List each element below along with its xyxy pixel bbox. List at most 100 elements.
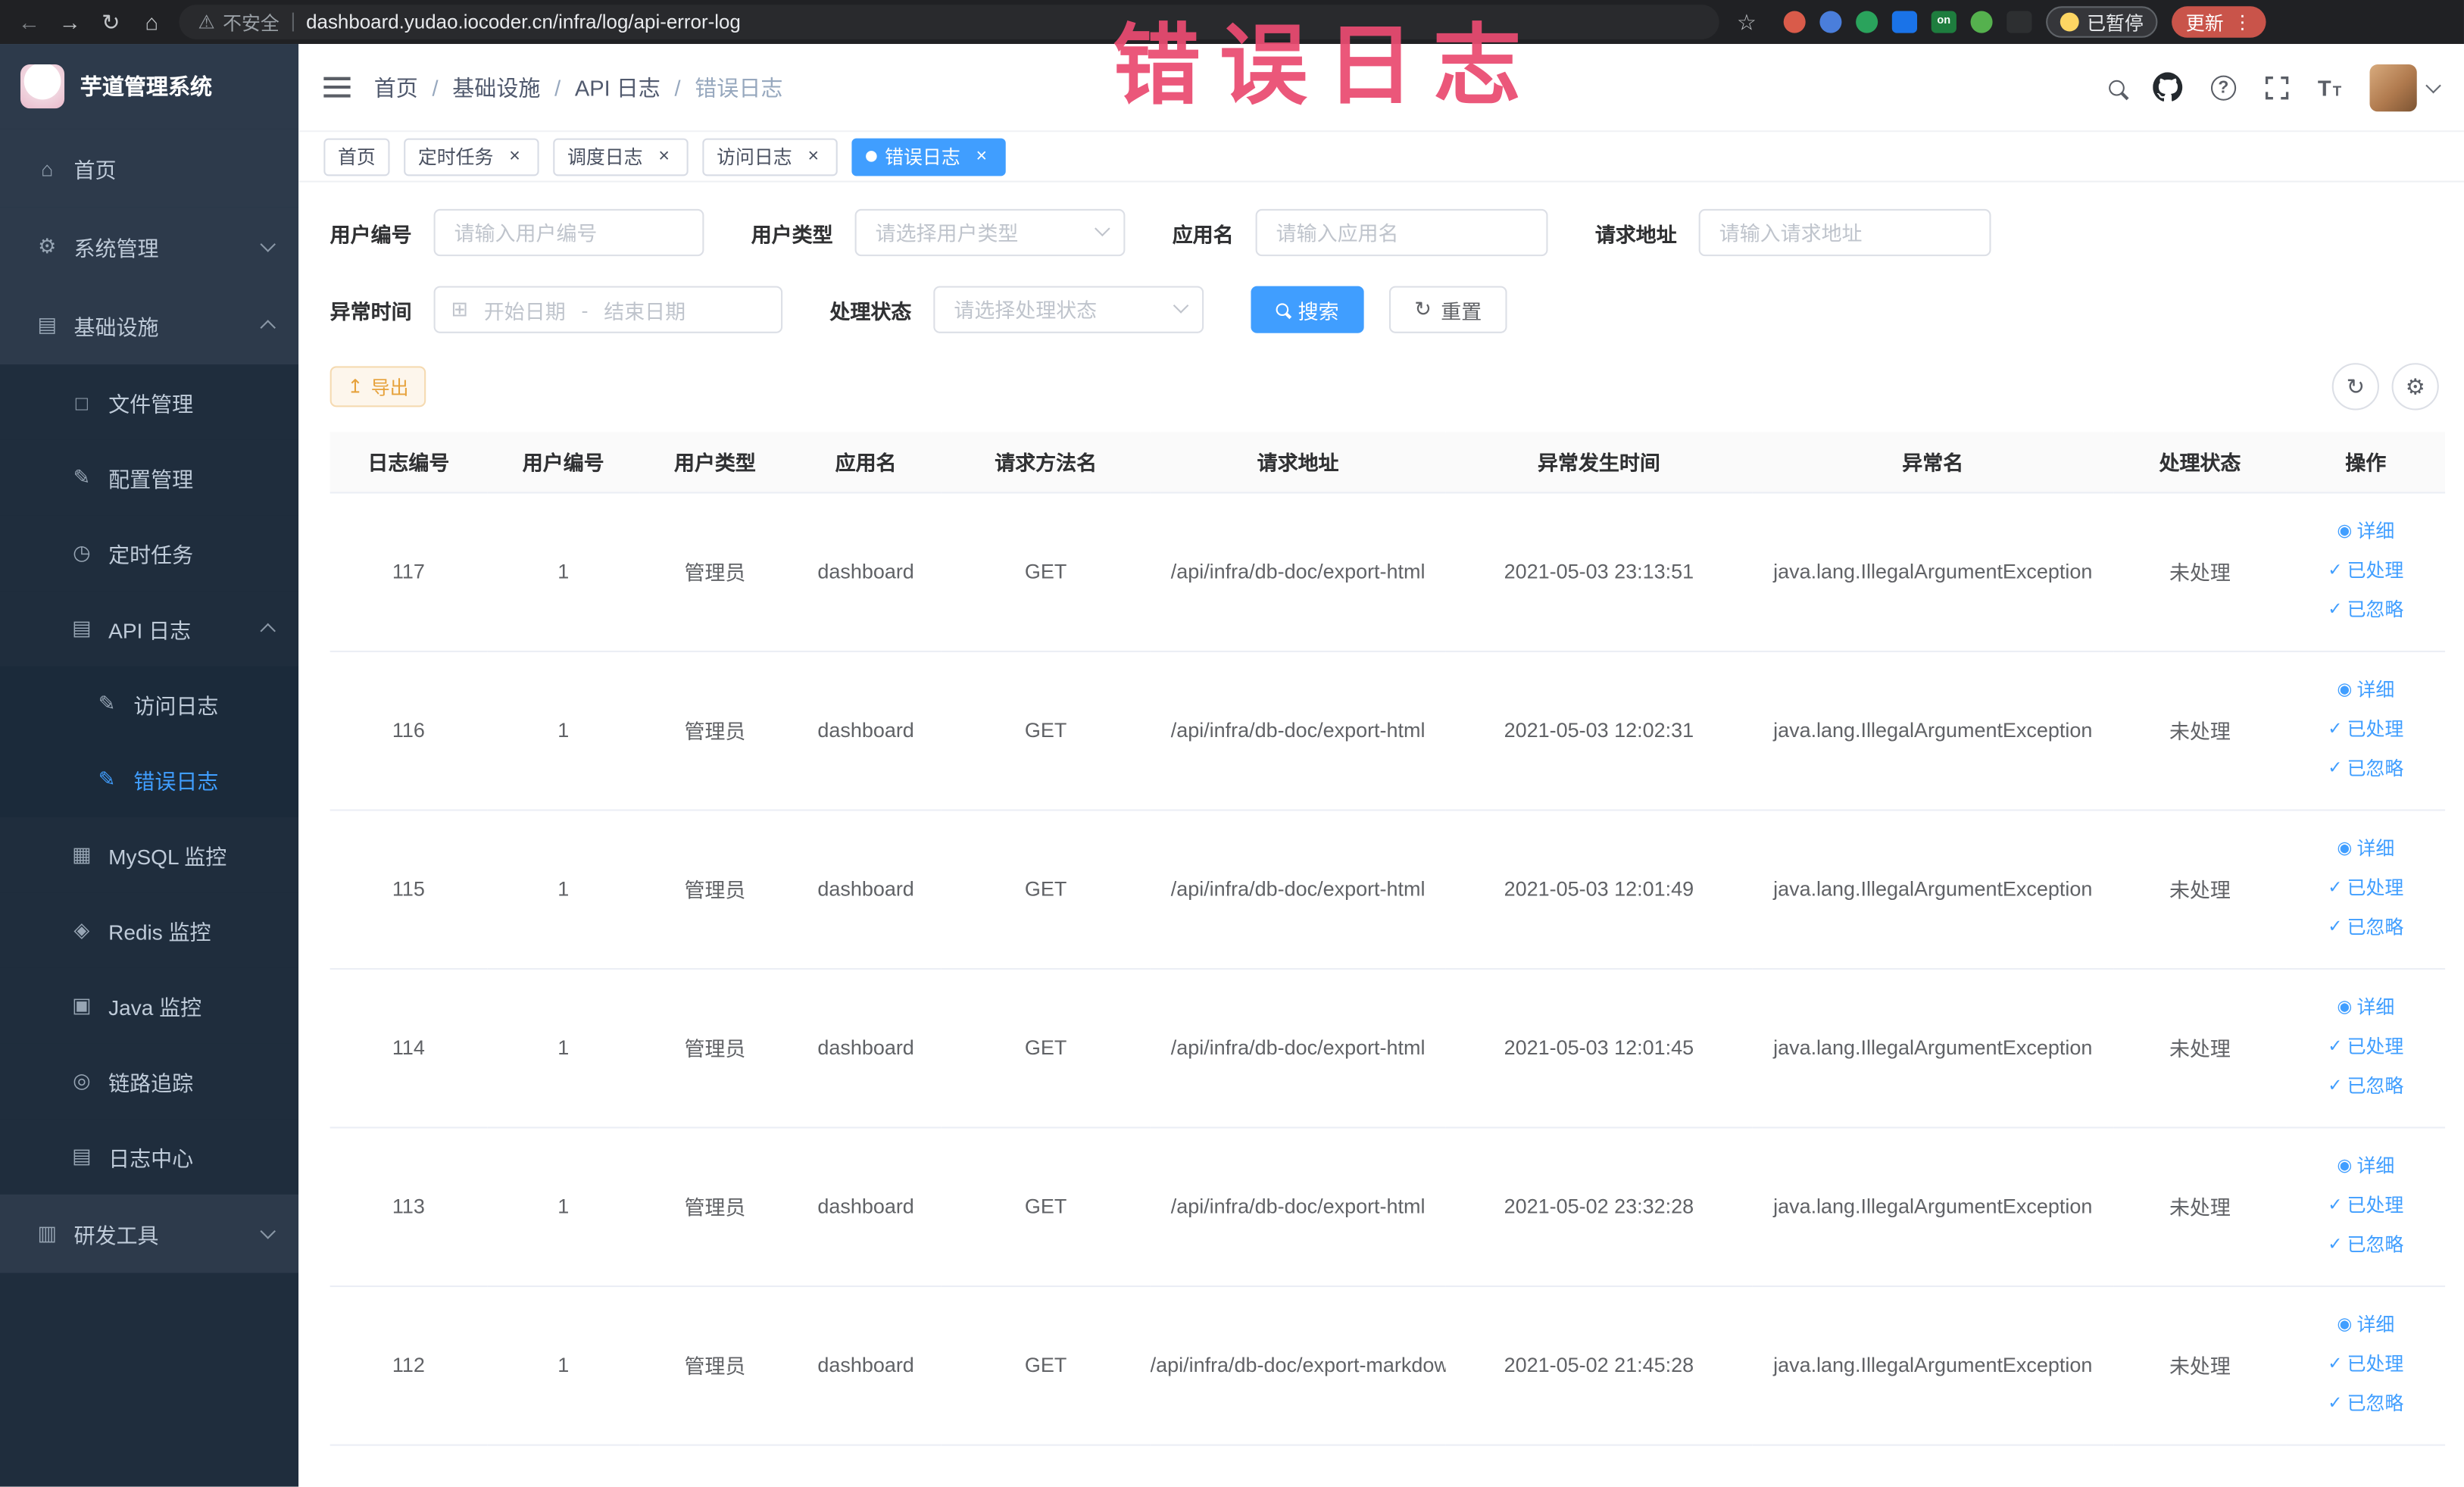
tab[interactable]: 定时任务 × — [404, 137, 539, 176]
view-icon: ◉ — [2337, 1156, 2353, 1176]
detail-link[interactable]: ◉ 详细 — [2337, 514, 2394, 550]
paused-badge[interactable]: 已暂停 — [2046, 6, 2158, 38]
sidebar-item[interactable]: ✎ 访问日志 — [0, 666, 299, 742]
ext-paw-icon[interactable] — [2006, 11, 2032, 33]
tab[interactable]: 访问日志 × — [702, 137, 838, 176]
sidebar-item[interactable]: ◷ 定时任务 — [0, 515, 299, 592]
sidebar-item[interactable]: □ 文件管理 — [0, 364, 299, 440]
sidebar-logo[interactable]: 芋道管理系统 — [0, 44, 299, 130]
tab[interactable]: 错误日志 × — [851, 137, 1006, 176]
ext-green-icon[interactable] — [1856, 11, 1878, 33]
table-row: 115 1 管理员 dashboard GET /api/infra/db-do… — [329, 809, 2446, 969]
fullscreen-icon[interactable] — [2264, 75, 2289, 100]
column-settings-button[interactable]: ⚙ — [2391, 363, 2439, 411]
detail-link[interactable]: ◉ 详细 — [2337, 1149, 2394, 1186]
sidebar-item[interactable]: ▥ 研发工具 — [0, 1194, 299, 1273]
processed-link[interactable]: ✓ 已处理 — [2328, 870, 2403, 907]
cell-exception-time: 2021-05-03 23:13:51 — [1445, 492, 1753, 651]
github-icon[interactable] — [2153, 72, 2182, 102]
processed-link[interactable]: ✓ 已处理 — [2328, 712, 2403, 748]
ext-grid-icon[interactable] — [1891, 11, 1918, 33]
sidebar-item[interactable]: ▤ 日志中心 — [0, 1119, 299, 1195]
ext-red-icon[interactable] — [1783, 11, 1806, 33]
exception-time-range-picker[interactable]: ⊞ 开始日期 - 结束日期 — [433, 286, 783, 333]
detail-link[interactable]: ◉ 详细 — [2337, 990, 2394, 1026]
processed-link[interactable]: ✓ 已处理 — [2328, 1029, 2403, 1066]
tab[interactable]: 首页 — [323, 137, 390, 176]
sidebar-item[interactable]: ▤ API 日志 — [0, 591, 299, 667]
cell-request-url: /api/infra/db-doc/export-html — [1150, 1126, 1446, 1287]
ext-on-icon[interactable]: on — [1931, 11, 1957, 33]
ext-blue-icon[interactable] — [1819, 11, 1842, 33]
ignored-link[interactable]: ✓ 已忽略 — [2328, 592, 2403, 629]
url-text[interactable]: dashboard.yudao.iocoder.cn/infra/log/api… — [306, 11, 741, 33]
detail-link[interactable]: ◉ 详细 — [2337, 831, 2394, 867]
breadcrumb-item[interactable]: 基础设施 — [452, 71, 540, 102]
user-menu[interactable] — [2369, 64, 2441, 111]
browser-back-icon[interactable]: ← — [16, 9, 42, 34]
bookmark-star-icon[interactable]: ☆ — [1733, 8, 1760, 35]
sidebar-item[interactable]: ✎ 配置管理 — [0, 439, 299, 516]
processed-link-label: 已处理 — [2347, 876, 2404, 899]
help-icon[interactable]: ? — [2210, 74, 2237, 100]
search-icon[interactable] — [2108, 79, 2125, 95]
sidebar-item[interactable]: ⌂ 首页 — [0, 129, 299, 208]
browser-menu-icon[interactable]: ⋮ — [2233, 11, 2252, 33]
table-row: 114 1 管理员 dashboard GET /api/infra/db-do… — [329, 967, 2446, 1128]
detail-link[interactable]: ◉ 详细 — [2337, 673, 2394, 709]
processed-link[interactable]: ✓ 已处理 — [2328, 553, 2403, 589]
ignored-link[interactable]: ✓ 已忽略 — [2328, 1386, 2403, 1423]
view-icon: ◉ — [2337, 521, 2353, 541]
ext-leaf-icon[interactable] — [1970, 11, 1993, 33]
check-icon: ✓ — [2328, 720, 2343, 739]
sidebar-item[interactable]: ◎ 链路追踪 — [0, 1043, 299, 1120]
detail-link-label: 详细 — [2356, 996, 2395, 1019]
ignored-link[interactable]: ✓ 已忽略 — [2328, 1069, 2403, 1105]
breadcrumb: 首页 / 基础设施 / API 日志 / 错误日志 — [374, 71, 783, 102]
breadcrumb-item[interactable]: API 日志 — [575, 71, 661, 102]
ignored-link[interactable]: ✓ 已忽略 — [2328, 751, 2403, 788]
tab-label: 定时任务 — [417, 145, 494, 168]
app-name-input[interactable] — [1255, 208, 1548, 257]
close-icon[interactable]: × — [803, 146, 823, 167]
sidebar-item[interactable]: ▣ Java 监控 — [0, 967, 299, 1044]
close-icon[interactable]: × — [971, 146, 992, 167]
refresh-table-button[interactable]: ↻ — [2331, 363, 2379, 411]
update-button[interactable]: 更新 ⋮ — [2172, 6, 2266, 38]
processed-link[interactable]: ✓ 已处理 — [2328, 1188, 2403, 1224]
ignored-link[interactable]: ✓ 已忽略 — [2328, 1227, 2403, 1264]
browser-reload-icon[interactable]: ↻ — [98, 8, 124, 35]
address-bar[interactable]: ⚠ 不安全 dashboard.yudao.iocoder.cn/infra/l… — [179, 5, 1719, 39]
process-status-select[interactable] — [933, 286, 1204, 333]
request-url-input[interactable] — [1698, 208, 1991, 257]
processed-link[interactable]: ✓ 已处理 — [2328, 1347, 2403, 1383]
browser-forward-icon[interactable]: → — [57, 9, 83, 34]
processed-link-label: 已处理 — [2347, 1036, 2404, 1058]
user-type-select[interactable] — [854, 208, 1126, 257]
cell-actions: ◉ 详细 ✓ 已处理 ✓ 已忽略 — [2286, 492, 2446, 651]
menu-item-icon: □ — [75, 390, 89, 414]
font-size-icon[interactable]: TT — [2318, 75, 2341, 100]
sidebar-item[interactable]: ⚙ 系统管理 — [0, 207, 299, 286]
breadcrumb-item[interactable]: 首页 — [374, 71, 418, 102]
processed-link-label: 已处理 — [2347, 1353, 2404, 1376]
process-status-select-input[interactable] — [933, 286, 1204, 333]
avatar[interactable] — [2369, 64, 2417, 111]
user-id-input[interactable] — [433, 208, 704, 257]
search-button[interactable]: 搜索 — [1251, 286, 1364, 333]
ignored-link[interactable]: ✓ 已忽略 — [2328, 910, 2403, 946]
tab[interactable]: 调度日志 × — [553, 137, 689, 176]
sidebar-item[interactable]: ▦ MySQL 监控 — [0, 817, 299, 893]
reset-button[interactable]: ↻ 重置 — [1389, 286, 1507, 333]
close-icon[interactable]: × — [504, 146, 525, 167]
user-type-select-input[interactable] — [854, 208, 1126, 257]
sidebar-item[interactable]: ▤ 基础设施 — [0, 286, 299, 365]
security-indicator[interactable]: ⚠ 不安全 — [198, 8, 279, 35]
detail-link[interactable]: ◉ 详细 — [2337, 1307, 2394, 1344]
browser-home-icon[interactable]: ⌂ — [139, 9, 165, 34]
hamburger-icon[interactable] — [323, 77, 351, 98]
sidebar-item[interactable]: ◈ Redis 监控 — [0, 892, 299, 968]
sidebar-item[interactable]: ✎ 错误日志 — [0, 742, 299, 817]
export-button[interactable]: ↥ 导出 — [329, 366, 426, 408]
close-icon[interactable]: × — [654, 146, 674, 167]
